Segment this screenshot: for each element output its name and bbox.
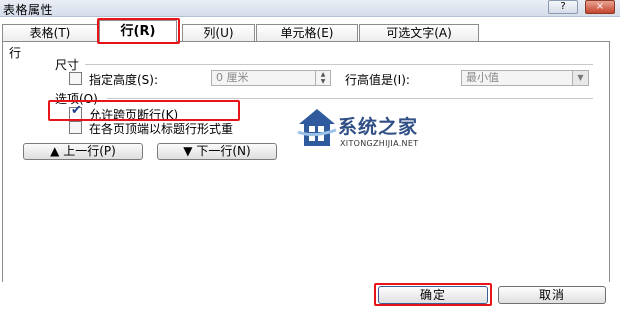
specify-height-checkbox[interactable] [69, 72, 82, 85]
next-row-label: 下一行(N) [196, 144, 251, 158]
table-properties-dialog: 表格属性 ? × 表格(T) 行(R) 列(U) 单元格(E) 可选文字(A) … [0, 0, 620, 309]
tab-column[interactable]: 列(U) [182, 24, 255, 42]
dialog-footer: 确定 取消 [0, 282, 620, 309]
window-title: 表格属性 [3, 3, 54, 17]
title-bar: 表格属性 ? × [0, 0, 620, 17]
arrow-down-icon: ▼ [183, 144, 193, 158]
repeat-header-label: 在各页顶端以标题行形式重 [89, 122, 234, 136]
options-group-divider [107, 98, 593, 99]
spinner-arrows-icon[interactable]: ▲ ▼ [315, 71, 330, 85]
repeat-header-checkbox[interactable] [69, 121, 82, 134]
checkmark-icon: ✔ [71, 103, 82, 118]
tab-row[interactable]: 行(R) [99, 20, 177, 43]
row-height-is-select[interactable]: 最小值 ▼ [461, 70, 589, 86]
ok-button[interactable]: 确定 [378, 286, 488, 304]
previous-row-button[interactable]: ▲ 上一行(P) [23, 143, 143, 160]
row-tab-panel: 行 尺寸 指定高度(S): 0 厘米 ▲ ▼ 行高值是(I): 最小值 ▼ 选项(… [2, 41, 610, 283]
previous-row-label: 上一行(P) [63, 144, 116, 158]
close-button[interactable]: × [585, 0, 615, 14]
size-group-heading: 尺寸 [55, 58, 80, 72]
height-value: 0 厘米 [216, 71, 249, 84]
row-height-is-value: 最小值 [466, 71, 499, 84]
arrow-up-icon: ▲ [50, 144, 60, 158]
chevron-down-icon[interactable]: ▼ [572, 71, 588, 85]
row-height-is-label: 行高值是(I): [345, 73, 410, 87]
next-row-button[interactable]: ▼ 下一行(N) [157, 143, 277, 160]
cancel-button[interactable]: 取消 [498, 286, 606, 304]
size-group-divider [85, 64, 593, 65]
height-value-spinner[interactable]: 0 厘米 ▲ ▼ [211, 70, 331, 86]
tab-table[interactable]: 表格(T) [2, 24, 98, 42]
tab-alt-text[interactable]: 可选文字(A) [359, 24, 479, 42]
tab-bar: 表格(T) 行(R) 列(U) 单元格(E) 可选文字(A) [0, 20, 620, 43]
allow-break-checkbox[interactable]: ✔ [69, 103, 82, 120]
specify-height-label: 指定高度(S): [89, 73, 159, 87]
row-section-heading: 行 [9, 46, 22, 60]
tab-cell[interactable]: 单元格(E) [256, 24, 358, 42]
help-button[interactable]: ? [548, 0, 578, 14]
